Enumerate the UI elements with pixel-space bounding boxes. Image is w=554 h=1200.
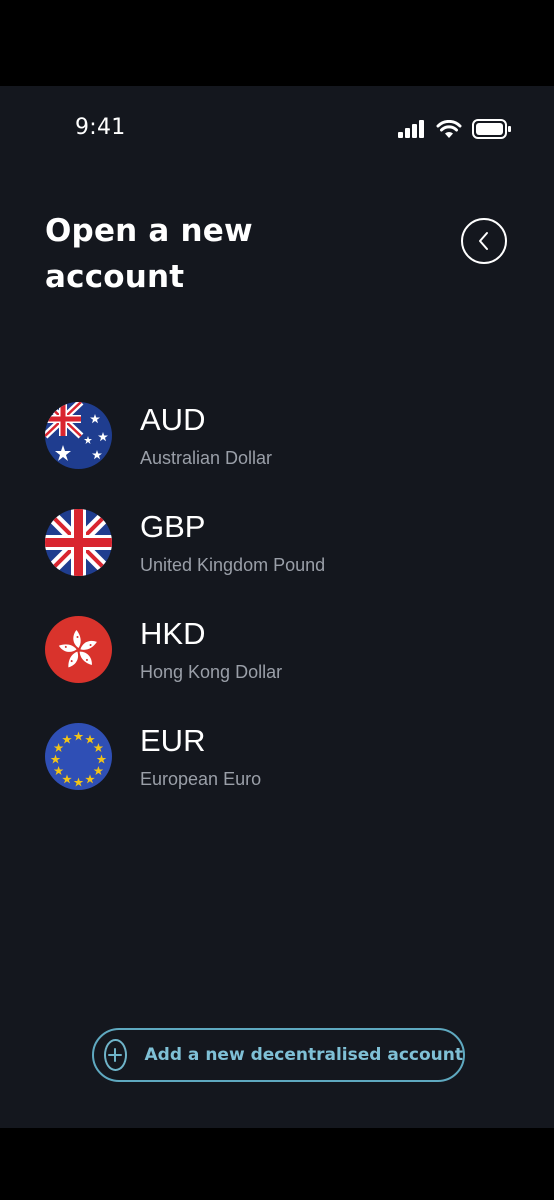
page-title: Open a new account [45,213,253,295]
currency-item-gbp[interactable]: GBP United Kingdom Pound [45,507,515,614]
currency-name: United Kingdom Pound [140,555,326,575]
currency-list: AUD Australian Dollar GBP United Kingdom… [45,400,515,828]
status-icons [398,119,512,139]
app-screen: 9:41 Open a new account AUD Australian D… [0,86,554,1128]
currency-name: European Euro [140,769,262,789]
currency-item-eur[interactable]: EUR European Euro [45,721,515,828]
status-bar: 9:41 [0,86,554,172]
chevron-left-icon [479,232,488,250]
cellular-signal-icon [398,120,424,138]
status-time: 9:41 [75,115,126,140]
back-button[interactable] [461,218,507,264]
add-decentralised-account-button[interactable]: Add a new decentralised account [92,1028,465,1082]
currency-item-aud[interactable]: AUD Australian Dollar [45,400,515,507]
currency-code: GBP [140,509,206,544]
wifi-icon [436,119,462,138]
hong-kong-flag-icon [45,616,112,683]
plus-icon [104,1039,127,1071]
australia-flag-icon [45,402,112,469]
eu-flag-icon [45,723,112,790]
currency-code: EUR [140,723,206,758]
battery-icon [472,119,511,139]
uk-flag-icon [45,509,112,576]
currency-name: Hong Kong Dollar [140,662,283,682]
add-button-label: Add a new decentralised account [144,1045,463,1065]
currency-item-hkd[interactable]: HKD Hong Kong Dollar [45,614,515,721]
currency-name: Australian Dollar [140,448,273,468]
currency-code: HKD [140,616,206,651]
currency-code: AUD [140,402,206,437]
